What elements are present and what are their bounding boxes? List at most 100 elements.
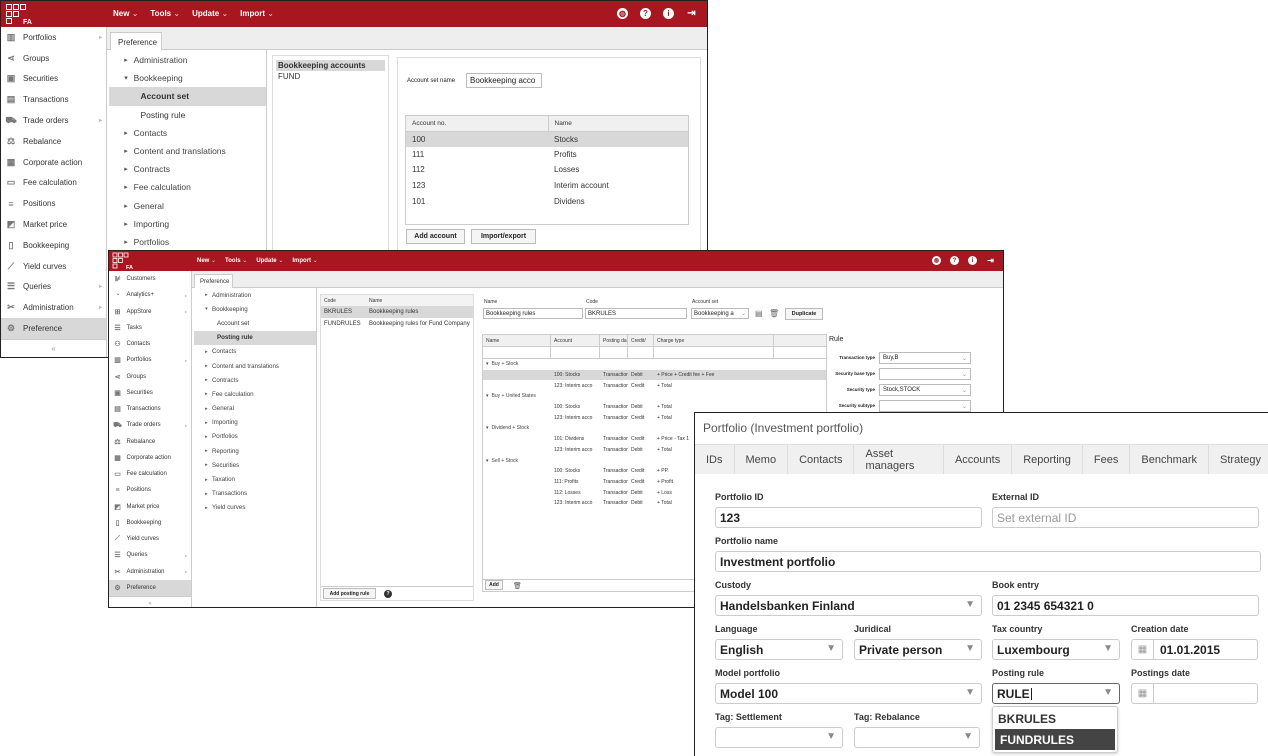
tab-preference[interactable]: Preference (194, 274, 233, 288)
caret-right-icon[interactable]: ▸ (203, 505, 209, 511)
column-header[interactable]: Account (551, 335, 600, 346)
tree-node-contacts[interactable]: ▸ Contacts (109, 124, 266, 142)
column-header[interactable]: Account no. (406, 116, 549, 132)
custody-select[interactable]: Handelsbanken Finland ▼ (715, 595, 982, 616)
tree-node-general[interactable]: ▸ General (109, 197, 266, 215)
rule-field-select[interactable]: ⌄ (879, 368, 971, 380)
tab-accounts[interactable]: Accounts (943, 445, 1013, 474)
tree-node-posting-rule[interactable]: Posting rule (109, 106, 266, 124)
caret-right-icon[interactable]: ▸ (203, 491, 209, 497)
filter-cell[interactable] (551, 347, 600, 358)
info-icon[interactable]: i (968, 256, 977, 265)
tree-node-fee-calculation[interactable]: ▸ Fee calculation (194, 387, 316, 401)
tag-rebalance-select[interactable]: ▼ (854, 727, 980, 748)
tree-node-importing[interactable]: ▸ Importing (194, 416, 316, 430)
tab-asset-managers[interactable]: Asset managers (854, 445, 944, 474)
table-row[interactable]: 123 Interim account (406, 178, 688, 194)
sidebar-item-contacts[interactable]: ⚇ Contacts (109, 336, 191, 352)
caret-down-icon[interactable]: ▾ (486, 458, 489, 464)
globe-icon[interactable]: ◍ (617, 8, 628, 19)
tree-node-administration[interactable]: ▸ Administration (194, 288, 316, 302)
sidebar-item-customers[interactable]: ⊯ Customers (109, 271, 191, 287)
filter-cell[interactable] (483, 347, 551, 358)
sidebar-item-administration[interactable]: ✂ Administration ▸ (109, 564, 191, 580)
caret-down-icon[interactable]: ▾ (122, 74, 131, 82)
help-icon[interactable]: ? (950, 256, 959, 265)
menu-import[interactable]: Import ⌄ (240, 9, 274, 18)
tree-node-bookkeeping[interactable]: ▾ Bookkeeping (109, 69, 266, 87)
column-header[interactable]: Name (483, 335, 551, 346)
tab-memo[interactable]: Memo (734, 445, 789, 474)
caret-right-icon[interactable]: ▸ (203, 477, 209, 483)
sidebar-item-fee-calculation[interactable]: ▭ Fee calculation (1, 173, 106, 194)
sidebar-item-corporate-action[interactable]: ▦ Corporate action (1, 152, 106, 173)
tab-fees[interactable]: Fees (1082, 445, 1131, 474)
caret-right-icon[interactable]: ▸ (203, 462, 209, 468)
account-set-select[interactable]: Bookkeeping a ⌄ (691, 308, 749, 319)
creation-date-input[interactable]: ▦ 01.01.2015 (1131, 639, 1258, 660)
add-button[interactable]: Add (485, 580, 503, 590)
sidebar-item-corporate-action[interactable]: ▦ Corporate action (109, 450, 191, 466)
sidebar-item-market-price[interactable]: ◩ Market price (1, 214, 106, 235)
sidebar-item-rebalance[interactable]: ⚖ Rebalance (1, 131, 106, 152)
caret-right-icon[interactable]: ▸ (122, 129, 131, 137)
table-row[interactable]: FUNDRULES Bookkeeping rules for Fund Comp… (321, 318, 473, 330)
sidebar-item-rebalance[interactable]: ⚖ Rebalance (109, 434, 191, 450)
tree-node-portfolios[interactable]: ▸ Portfolios (194, 430, 316, 444)
table-row[interactable]: 100: Stocks Transaction Debit + Total (483, 402, 826, 413)
menu-new[interactable]: New ⌄ (113, 9, 138, 18)
dropdown-option[interactable]: BKRULES (993, 708, 1117, 729)
caret-right-icon[interactable]: ▸ (203, 377, 209, 383)
sidebar-item-market-price[interactable]: ◩ Market price (109, 499, 191, 515)
caret-down-icon[interactable]: ▾ (486, 393, 489, 399)
collapse-sidebar-button[interactable]: « (109, 596, 191, 607)
tag-settlement-select[interactable]: ▼ (715, 727, 843, 748)
caret-down-icon[interactable]: ▾ (203, 306, 209, 312)
trash-icon[interactable]: 🗑 (513, 582, 522, 590)
help-icon[interactable]: ? (384, 590, 392, 598)
caret-right-icon[interactable]: ▸ (122, 165, 131, 173)
calendar-icon[interactable]: ▦ (1132, 640, 1154, 659)
tab-ids[interactable]: IDs (695, 445, 735, 474)
tree-node-content-and-translations[interactable]: ▸ Content and translations (109, 142, 266, 160)
tree-node-portfolios[interactable]: ▸ Portfolios (109, 233, 266, 251)
filter-cell[interactable] (628, 347, 654, 358)
tree-node-fee-calculation[interactable]: ▸ Fee calculation (109, 178, 266, 196)
sidebar-item-transactions[interactable]: ▤ Transactions (1, 89, 106, 110)
caret-right-icon[interactable]: ▸ (122, 238, 131, 246)
caret-right-icon[interactable]: ▸ (122, 56, 131, 64)
tree-node-general[interactable]: ▸ General (194, 402, 316, 416)
tree-node-account-set[interactable]: Account set (109, 87, 266, 106)
save-icon[interactable]: ▤ (755, 309, 763, 318)
portfolio-name-input[interactable]: Investment portfolio (715, 551, 1261, 572)
tree-node-transactions[interactable]: ▸ Transactions (194, 487, 316, 501)
menu-new[interactable]: New ⌄ (197, 257, 216, 265)
caret-right-icon[interactable]: ▸ (203, 406, 209, 412)
sidebar-item-preference[interactable]: ⚙ Preference (109, 579, 191, 596)
group-row[interactable]: ▾ Buy + United States (483, 391, 826, 402)
list-item[interactable]: FUND (276, 71, 385, 82)
table-row[interactable]: 123: Interim acco Transaction Credit + Tota… (483, 380, 826, 391)
tree-node-contracts[interactable]: ▸ Contracts (194, 373, 316, 387)
table-row[interactable]: 100 Stocks (406, 131, 688, 147)
sidebar-item-securities[interactable]: ▣ Securities (109, 385, 191, 401)
caret-right-icon[interactable]: ▸ (203, 448, 209, 454)
collapse-sidebar-button[interactable]: « (1, 338, 106, 356)
column-header[interactable]: Posting da (600, 335, 628, 346)
book-entry-input[interactable]: 01 2345 654321 0 (992, 595, 1259, 616)
tax-country-select[interactable]: Luxembourg ▼ (992, 639, 1120, 660)
caret-down-icon[interactable]: ▾ (486, 361, 489, 367)
caret-down-icon[interactable]: ▾ (486, 425, 489, 431)
tree-node-securities[interactable]: ▸ Securities (194, 458, 316, 472)
table-row[interactable]: 112 Losses (406, 162, 688, 178)
tree-node-contacts[interactable]: ▸ Contacts (194, 345, 316, 359)
fa-logo[interactable]: FA (5, 3, 35, 26)
sidebar-item-administration[interactable]: ✂ Administration ▸ (1, 297, 106, 318)
language-select[interactable]: English ▼ (715, 639, 843, 660)
column-header[interactable]: Charge type (654, 335, 774, 346)
table-row[interactable]: BKRULES Bookkeeping rules (321, 306, 473, 318)
external-id-input[interactable]: Set external ID (992, 507, 1259, 528)
sidebar-item-transactions[interactable]: ▤ Transactions (109, 401, 191, 417)
sidebar-item-tasks[interactable]: ☰ Tasks (109, 320, 191, 336)
sidebar-item-yield-curves[interactable]: ⟋ Yield curves (1, 256, 106, 277)
